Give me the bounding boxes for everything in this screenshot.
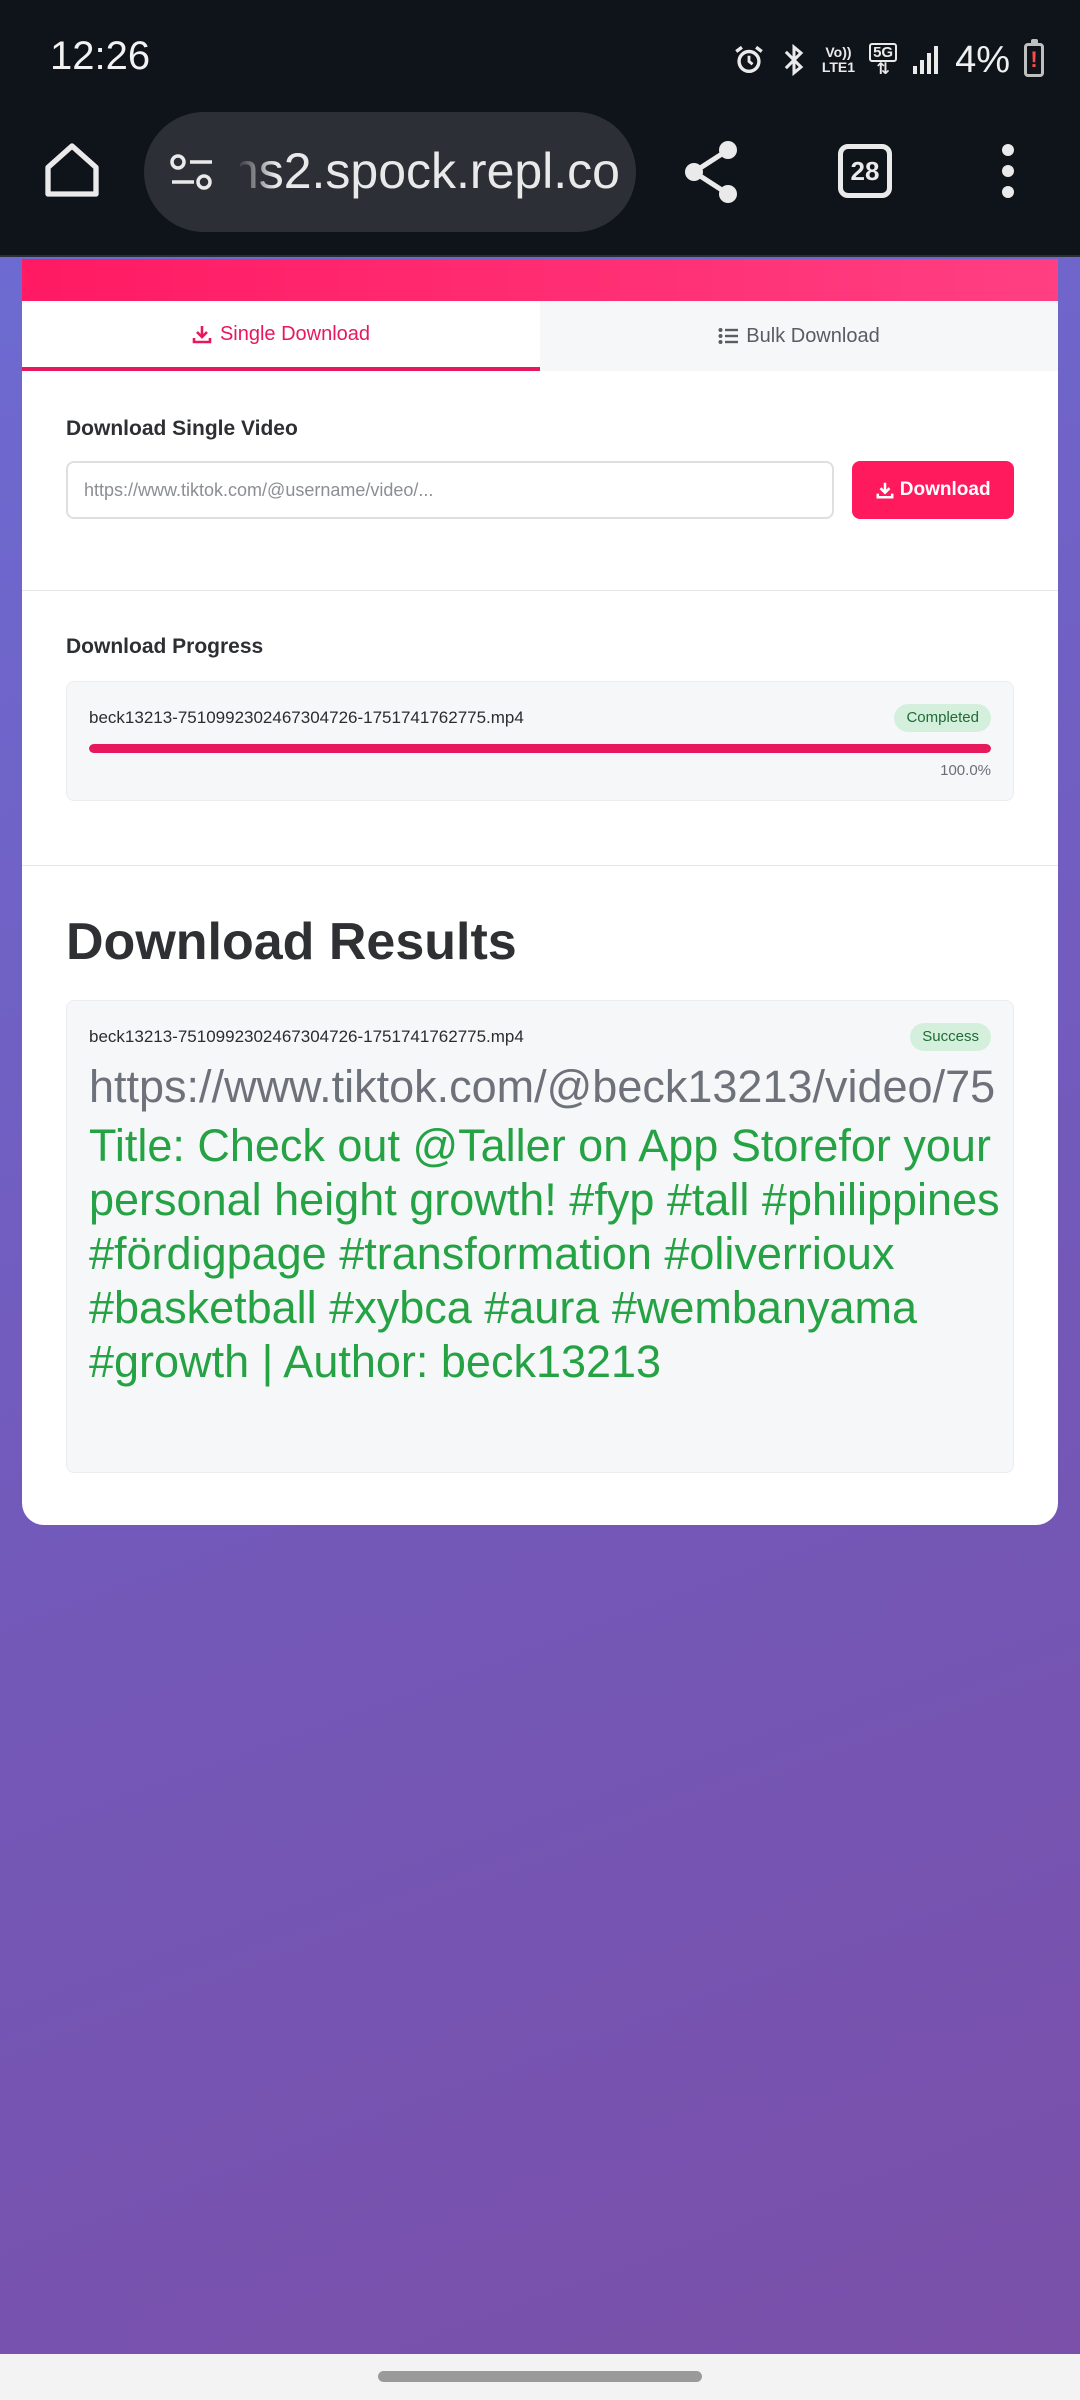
5g-label: 5G [869,43,898,62]
status-icons: Vo)) LTE1 5G ⇅ 4% [732,38,1044,82]
progress-section: Download Progress beck13213-751099230246… [22,591,1058,866]
signal-icon [913,46,939,74]
downloader-card: Single Download Bulk Download Download S… [22,259,1058,1525]
single-download-section: Download Single Video Download [22,371,1058,591]
list-icon [718,328,739,344]
tab-bulk-download[interactable]: Bulk Download [540,301,1058,371]
overflow-menu-icon[interactable] [1000,144,1016,200]
download-icon [192,326,212,344]
volte-label: Vo)) [825,44,852,60]
status-time: 12:26 [50,34,151,78]
progress-filename: beck13213-7510992302467304726-1751741762… [89,708,524,727]
url-fade [236,132,276,212]
address-bar[interactable]: ns2.spock.repl.co [144,112,636,232]
results-section: Download Results beck13213-7510992302467… [22,866,1058,1473]
download-button-label: Download [899,479,991,500]
video-url-input[interactable] [66,461,835,519]
result-url[interactable]: https://www.tiktok.com/@beck13213/video/… [89,1061,1058,1113]
progress-item: beck13213-7510992302467304726-1751741762… [66,681,1014,801]
single-download-title: Download Single Video [66,417,298,440]
progress-title: Download Progress [66,635,264,658]
url-text[interactable]: ns2.spock.repl.co [240,142,620,202]
result-filename: beck13213-7510992302467304726-1751741762… [89,1027,524,1046]
alarm-icon [735,45,763,74]
result-item: beck13213-7510992302467304726-1751741762… [66,1000,1014,1473]
download-icon [876,482,894,499]
lte-label: LTE1 [821,59,856,75]
mode-tabs: Single Download Bulk Download [22,301,1058,371]
bluetooth-icon [784,43,804,77]
card-header-strip [22,259,1058,301]
battery-percent: 4% [955,38,1010,81]
status-badge-completed: Completed [894,704,991,732]
tab-bulk-label: Bulk Download [746,324,880,347]
site-settings-icon[interactable] [168,152,216,192]
single-download-row: Download [66,461,1014,519]
tab-single-label: Single Download [219,322,371,345]
tab-single-download[interactable]: Single Download [22,301,540,371]
results-title: Download Results [66,913,517,971]
tab-switcher-button[interactable]: 28 [838,144,892,198]
battery-low-icon [1024,39,1044,77]
home-icon[interactable] [40,138,104,202]
result-metadata: Title: Check out @Taller on App Storefor… [89,1120,1000,1387]
progress-bar-fill [89,744,991,753]
share-icon[interactable] [682,140,742,204]
status-badge-success: Success [910,1023,991,1051]
progress-percent: 100.0% [940,762,991,779]
5g-indicator: 5G ⇅ [869,43,898,78]
progress-bar [89,744,991,753]
download-button[interactable]: Download [852,461,1014,519]
data-arrows-icon: ⇅ [876,61,890,78]
volte-indicator: Vo)) LTE1 [822,45,855,75]
browser-chrome: 12:26 Vo)) LTE1 5G ⇅ 4% ns2.spock.repl.c… [0,0,1080,257]
gesture-handle[interactable] [378,2371,702,2382]
